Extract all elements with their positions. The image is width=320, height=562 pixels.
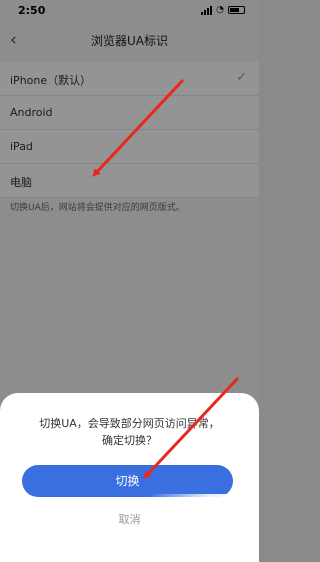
dialog-message-line1: 切换UA，会导致部分网页访问异常， bbox=[39, 417, 220, 430]
switch-ua-dialog: 切换UA，会导致部分网页访问异常， 确定切换？ 切换 取消 bbox=[0, 393, 259, 562]
dialog-message: 切换UA，会导致部分网页访问异常， 确定切换？ bbox=[0, 415, 259, 449]
confirm-switch-button[interactable]: 切换 bbox=[22, 465, 233, 497]
dialog-message-line2: 确定切换？ bbox=[102, 434, 157, 447]
corner-watermark-fade bbox=[149, 494, 259, 562]
